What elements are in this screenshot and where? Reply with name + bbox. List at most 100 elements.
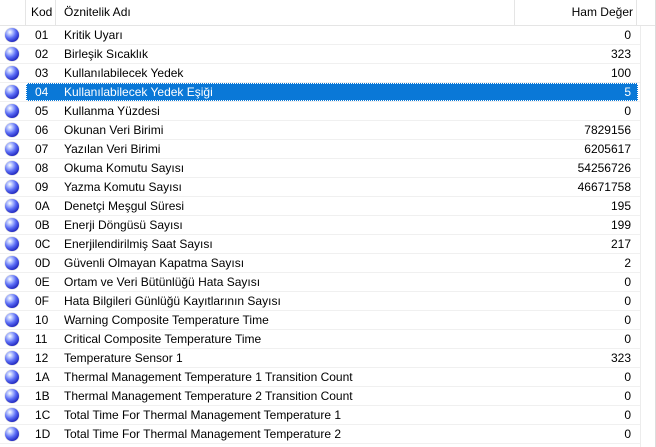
- raw-value: 0: [624, 370, 631, 384]
- table-row[interactable]: 1A Thermal Management Temperature 1 Trans…: [0, 368, 640, 387]
- table-row[interactable]: 11 Critical Composite Temperature Time 0: [0, 330, 640, 349]
- attribute-name: Güvenli Olmayan Kapatma Sayısı: [64, 256, 245, 270]
- attribute-name: Enerji Döngüsü Sayısı: [64, 218, 183, 232]
- table-row[interactable]: 09 Yazma Komutu Sayısı 46671758: [0, 178, 640, 197]
- table-row[interactable]: 0A Denetçi Meşgul Süresi 195: [0, 197, 640, 216]
- status-cell: [0, 83, 26, 101]
- status-cell: [0, 311, 26, 329]
- attribute-code: 0D: [35, 256, 51, 270]
- table-row[interactable]: 08 Okuma Komutu Sayısı 54256726: [0, 159, 640, 178]
- status-cell: [0, 45, 26, 63]
- attribute-code: 06: [35, 123, 49, 137]
- blue-orb-icon: [5, 180, 19, 194]
- attribute-name: Denetçi Meşgul Süresi: [64, 199, 185, 213]
- status-cell: [0, 178, 26, 196]
- table-row[interactable]: 10 Warning Composite Temperature Time 0: [0, 311, 640, 330]
- attribute-name: Total Time For Thermal Management Temper…: [64, 408, 342, 422]
- attribute-name: Okunan Veri Birimi: [64, 123, 164, 137]
- attribute-name: Kullanılabilecek Yedek: [64, 66, 184, 80]
- column-header-raw-value[interactable]: Ham Değer: [515, 0, 637, 25]
- attribute-name: Kullanma Yüzdesi: [64, 104, 160, 118]
- blue-orb-icon: [5, 427, 19, 441]
- attribute-name: Yazılan Veri Birimi: [64, 142, 161, 156]
- raw-value: 6205617: [584, 142, 631, 156]
- attribute-code: 09: [35, 180, 49, 194]
- blue-orb-icon: [5, 256, 19, 270]
- status-cell: [0, 26, 26, 44]
- raw-value: 0: [624, 313, 631, 327]
- attribute-code: 0B: [35, 218, 50, 232]
- blue-orb-icon: [5, 370, 19, 384]
- table-body: 01 Kritik Uyarı 0 02 Birleşik Sıcaklık 323 03 K…: [0, 26, 640, 444]
- attribute-code: 0F: [35, 294, 50, 308]
- table-row[interactable]: 04 Kullanılabilecek Yedek Eşiği 5: [0, 83, 640, 102]
- table-row[interactable]: 0B Enerji Döngüsü Sayısı 199: [0, 216, 640, 235]
- table-row[interactable]: 0D Güvenli Olmayan Kapatma Sayısı 2: [0, 254, 640, 273]
- blue-orb-icon: [5, 332, 19, 346]
- status-cell: [0, 273, 26, 291]
- raw-value: 195: [610, 199, 631, 213]
- attribute-code: 11: [35, 332, 48, 346]
- raw-value: 100: [610, 66, 631, 80]
- table-row[interactable]: 0E Ortam ve Veri Bütünlüğü Hata Sayısı 0: [0, 273, 640, 292]
- attribute-name: Kritik Uyarı: [64, 28, 123, 42]
- raw-value: 323: [610, 351, 631, 365]
- status-cell: [0, 64, 26, 82]
- table-row[interactable]: 0F Hata Bilgileri Günlüğü Kayıtlarının Sa…: [0, 292, 640, 311]
- attribute-code: 10: [35, 313, 49, 327]
- attribute-name: Ortam ve Veri Bütünlüğü Hata Sayısı: [64, 275, 261, 289]
- column-header-code[interactable]: Kod: [26, 0, 56, 25]
- attribute-code: 05: [35, 104, 49, 118]
- raw-value: 46671758: [577, 180, 631, 194]
- raw-value: 0: [624, 389, 631, 403]
- raw-value: 217: [610, 237, 631, 251]
- raw-value: 0: [624, 332, 631, 346]
- blue-orb-icon: [5, 161, 19, 175]
- table-row[interactable]: 07 Yazılan Veri Birimi 6205617: [0, 140, 640, 159]
- status-cell: [0, 197, 26, 215]
- table-row[interactable]: 1B Thermal Management Temperature 2 Trans…: [0, 387, 640, 406]
- attribute-name: Yazma Komutu Sayısı: [64, 180, 182, 194]
- table-row[interactable]: 01 Kritik Uyarı 0: [0, 26, 640, 45]
- status-cell: [0, 368, 26, 386]
- table-row[interactable]: 05 Kullanma Yüzdesi 0: [0, 102, 640, 121]
- raw-value: 0: [624, 275, 631, 289]
- attribute-code: 1C: [35, 408, 51, 422]
- blue-orb-icon: [5, 85, 19, 99]
- raw-value: 0: [624, 294, 631, 308]
- blue-orb-icon: [5, 47, 19, 61]
- blue-orb-icon: [5, 218, 19, 232]
- blue-orb-icon: [5, 313, 19, 327]
- blue-orb-icon: [5, 199, 19, 213]
- raw-value: 199: [610, 218, 631, 232]
- smart-attributes-table[interactable]: Kod Öznitelik Adı Ham Değer 01 Kritik Uya…: [0, 0, 656, 447]
- table-header: Kod Öznitelik Adı Ham Değer: [0, 0, 655, 26]
- status-cell: [0, 387, 26, 405]
- attribute-code: 07: [35, 142, 49, 156]
- table-row[interactable]: 1C Total Time For Thermal Management Temp…: [0, 406, 640, 425]
- status-cell: [0, 292, 26, 310]
- raw-value: 7829156: [584, 123, 631, 137]
- column-header-status[interactable]: [0, 0, 26, 25]
- attribute-name: Warning Composite Temperature Time: [64, 313, 269, 327]
- blue-orb-icon: [5, 389, 19, 403]
- status-cell: [0, 121, 26, 139]
- column-header-attribute-name[interactable]: Öznitelik Adı: [56, 0, 515, 25]
- table-row[interactable]: 0C Enerjilendirilmiş Saat Sayısı 217: [0, 235, 640, 254]
- table-row[interactable]: 02 Birleşik Sıcaklık 323: [0, 45, 640, 64]
- table-row[interactable]: 1D Total Time For Thermal Management Temp…: [0, 425, 640, 444]
- status-cell: [0, 254, 26, 272]
- raw-value: 54256726: [577, 161, 631, 175]
- attribute-code: 08: [35, 161, 49, 175]
- attribute-code: 03: [35, 66, 49, 80]
- blue-orb-icon: [5, 275, 19, 289]
- table-row[interactable]: 03 Kullanılabilecek Yedek 100: [0, 64, 640, 83]
- table-row[interactable]: 06 Okunan Veri Birimi 7829156: [0, 121, 640, 140]
- status-cell: [0, 330, 26, 348]
- raw-value: 5: [624, 85, 631, 99]
- blue-orb-icon: [5, 408, 19, 422]
- raw-value: 2: [624, 256, 631, 270]
- table-row[interactable]: 12 Temperature Sensor 1 323: [0, 349, 640, 368]
- attribute-name: Total Time For Thermal Management Temper…: [64, 427, 342, 441]
- attribute-code: 1D: [35, 427, 51, 441]
